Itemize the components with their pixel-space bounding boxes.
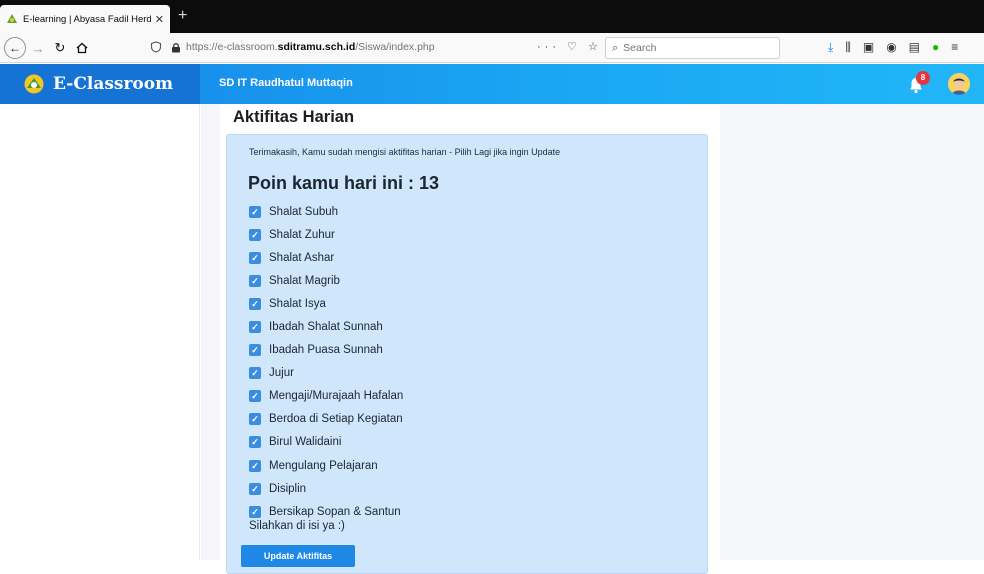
- activity-checkbox[interactable]: ✓: [249, 367, 261, 380]
- activity-item[interactable]: ✓ Ibadah Shalat Sunnah: [249, 315, 403, 338]
- activity-item[interactable]: ✓ Shalat Ashar: [249, 246, 403, 269]
- brand[interactable]: E-Classroom: [0, 64, 200, 104]
- back-button[interactable]: ←: [4, 37, 26, 59]
- activity-item[interactable]: ✓ Berdoa di Setiap Kegiatan: [249, 408, 403, 431]
- activity-label: Ibadah Shalat Sunnah: [269, 321, 383, 334]
- activity-item[interactable]: ✓ Shalat Zuhur: [249, 223, 403, 246]
- activity-checkbox[interactable]: ✓: [249, 228, 261, 241]
- activity-checkbox[interactable]: ✓: [249, 321, 261, 334]
- search-input[interactable]: [623, 42, 764, 54]
- activity-checkbox[interactable]: ✓: [249, 205, 261, 218]
- points-heading: Poin kamu hari ini : 13: [248, 173, 440, 193]
- activity-item[interactable]: ✓ Shalat Magrib: [249, 269, 403, 292]
- extension-icon[interactable]: ▤: [909, 40, 920, 55]
- url-text: https://e-classroom.sditramu.sch.id/Sisw…: [186, 41, 435, 53]
- close-tab-icon[interactable]: ✕: [155, 13, 164, 26]
- sidebar-icon[interactable]: ▣: [863, 40, 874, 55]
- page-actions[interactable]: ··· ♡ ☆: [537, 40, 602, 53]
- activity-label: Mengaji/Murajaah Hafalan: [269, 390, 404, 403]
- activity-checkbox[interactable]: ✓: [249, 505, 261, 518]
- browser-tab-strip: E-learning | Abyasa Fadil Herdi ✕ +: [0, 0, 984, 33]
- activity-item[interactable]: ✓ Disiplin: [249, 477, 403, 500]
- activity-label: Ibadah Puasa Sunnah: [269, 344, 383, 357]
- arrow-right-icon: →: [31, 40, 45, 56]
- activity-checkbox[interactable]: ✓: [249, 274, 261, 287]
- update-activity-button[interactable]: Update Aktifitas: [241, 545, 355, 567]
- activity-label: Shalat Magrib: [269, 274, 340, 287]
- new-tab-button[interactable]: +: [178, 8, 187, 24]
- activity-card: Terimakasih, Kamu sudah mengisi aktifita…: [226, 134, 708, 574]
- arrow-left-icon: ←: [9, 41, 21, 55]
- activity-item[interactable]: ✓ Mengulang Pelajaran: [249, 454, 403, 477]
- toolbar-icons: ⤓ ⫼ ▣ ◉ ▤ ● ≡: [828, 40, 958, 55]
- browser-toolbar: ← → ↻ https://e-classroom.sditramu.sch.i…: [0, 33, 984, 63]
- menu-icon[interactable]: ≡: [951, 40, 958, 55]
- user-avatar-icon: [948, 73, 970, 95]
- tab-title: E-learning | Abyasa Fadil Herdi: [23, 13, 151, 25]
- library-icon[interactable]: ⫼: [845, 40, 851, 55]
- logo-icon: [24, 74, 44, 94]
- activity-checklist: ✓ Shalat Subuh ✓ Shalat Zuhur ✓ Shalat Ashar ✓…: [249, 200, 403, 523]
- activity-item[interactable]: ✓ Birul Walidaini: [249, 431, 403, 454]
- activity-item[interactable]: ✓ Jujur: [249, 362, 403, 385]
- grammarly-icon[interactable]: ●: [932, 40, 939, 55]
- avatar[interactable]: [948, 73, 970, 95]
- school-name: SD IT Raudhatul Muttaqin: [219, 77, 353, 89]
- address-bar[interactable]: https://e-classroom.sditramu.sch.id/Sisw…: [148, 36, 590, 58]
- brand-name: E-Classroom: [53, 74, 174, 94]
- app-header: E-Classroom SD IT Raudhatul Muttaqin 8: [0, 64, 984, 104]
- activity-item[interactable]: ✓ Shalat Subuh: [249, 200, 403, 223]
- home-button[interactable]: [74, 38, 90, 58]
- sidebar: [0, 104, 200, 560]
- activity-checkbox[interactable]: ✓: [249, 297, 261, 310]
- reload-button[interactable]: ↻: [52, 38, 68, 58]
- notification-badge: 8: [916, 71, 930, 85]
- reload-icon: ↻: [54, 40, 66, 55]
- account-icon[interactable]: ◉: [886, 40, 896, 55]
- activity-checkbox[interactable]: ✓: [249, 413, 261, 426]
- activity-checkbox[interactable]: ✓: [249, 251, 261, 264]
- activity-label: Birul Walidaini: [269, 436, 342, 449]
- lock-icon: [172, 42, 180, 52]
- shield-icon: [150, 41, 162, 53]
- activity-checkbox[interactable]: ✓: [249, 436, 261, 449]
- url-path: /Siswa/index.php: [355, 41, 435, 53]
- activity-label: Jujur: [269, 367, 294, 380]
- activity-checkbox[interactable]: ✓: [249, 344, 261, 357]
- url-domain: sditramu.sch.id: [277, 41, 356, 53]
- activity-label: Bersikap Sopan & Santun: [269, 505, 401, 518]
- footnote: Silahkan di isi ya :): [249, 520, 345, 532]
- url-prefix: https://e-classroom.: [186, 41, 278, 53]
- activity-checkbox[interactable]: ✓: [249, 482, 261, 495]
- site-favicon-icon: [7, 14, 17, 23]
- activity-label: Mengulang Pelajaran: [269, 459, 378, 472]
- home-icon: [76, 42, 88, 54]
- forward-button[interactable]: →: [30, 38, 46, 58]
- activity-item[interactable]: ✓ Shalat Isya: [249, 292, 403, 315]
- search-icon: ⌕: [612, 41, 619, 54]
- activity-item[interactable]: ✓ Mengaji/Murajaah Hafalan: [249, 385, 403, 408]
- activity-label: Berdoa di Setiap Kegiatan: [269, 413, 403, 426]
- activity-checkbox[interactable]: ✓: [249, 459, 261, 472]
- activity-label: Disiplin: [269, 482, 307, 495]
- main-content: Aktifitas Harian Terimakasih, Kamu sudah…: [201, 104, 984, 574]
- page-title: Aktifitas Harian: [233, 108, 355, 126]
- search-box[interactable]: ⌕: [605, 37, 780, 59]
- activity-label: Shalat Isya: [269, 297, 326, 310]
- browser-tab[interactable]: E-learning | Abyasa Fadil Herdi ✕: [0, 5, 170, 33]
- download-icon[interactable]: ⤓: [828, 40, 833, 55]
- activity-checkbox[interactable]: ✓: [249, 390, 261, 403]
- activity-label: Shalat Ashar: [269, 251, 335, 264]
- activity-panel: Aktifitas Harian Terimakasih, Kamu sudah…: [220, 104, 720, 574]
- activity-item[interactable]: ✓ Ibadah Puasa Sunnah: [249, 339, 403, 362]
- activity-label: Shalat Zuhur: [269, 228, 335, 241]
- thanks-message: Terimakasih, Kamu sudah mengisi aktifita…: [249, 147, 561, 157]
- activity-label: Shalat Subuh: [269, 205, 339, 218]
